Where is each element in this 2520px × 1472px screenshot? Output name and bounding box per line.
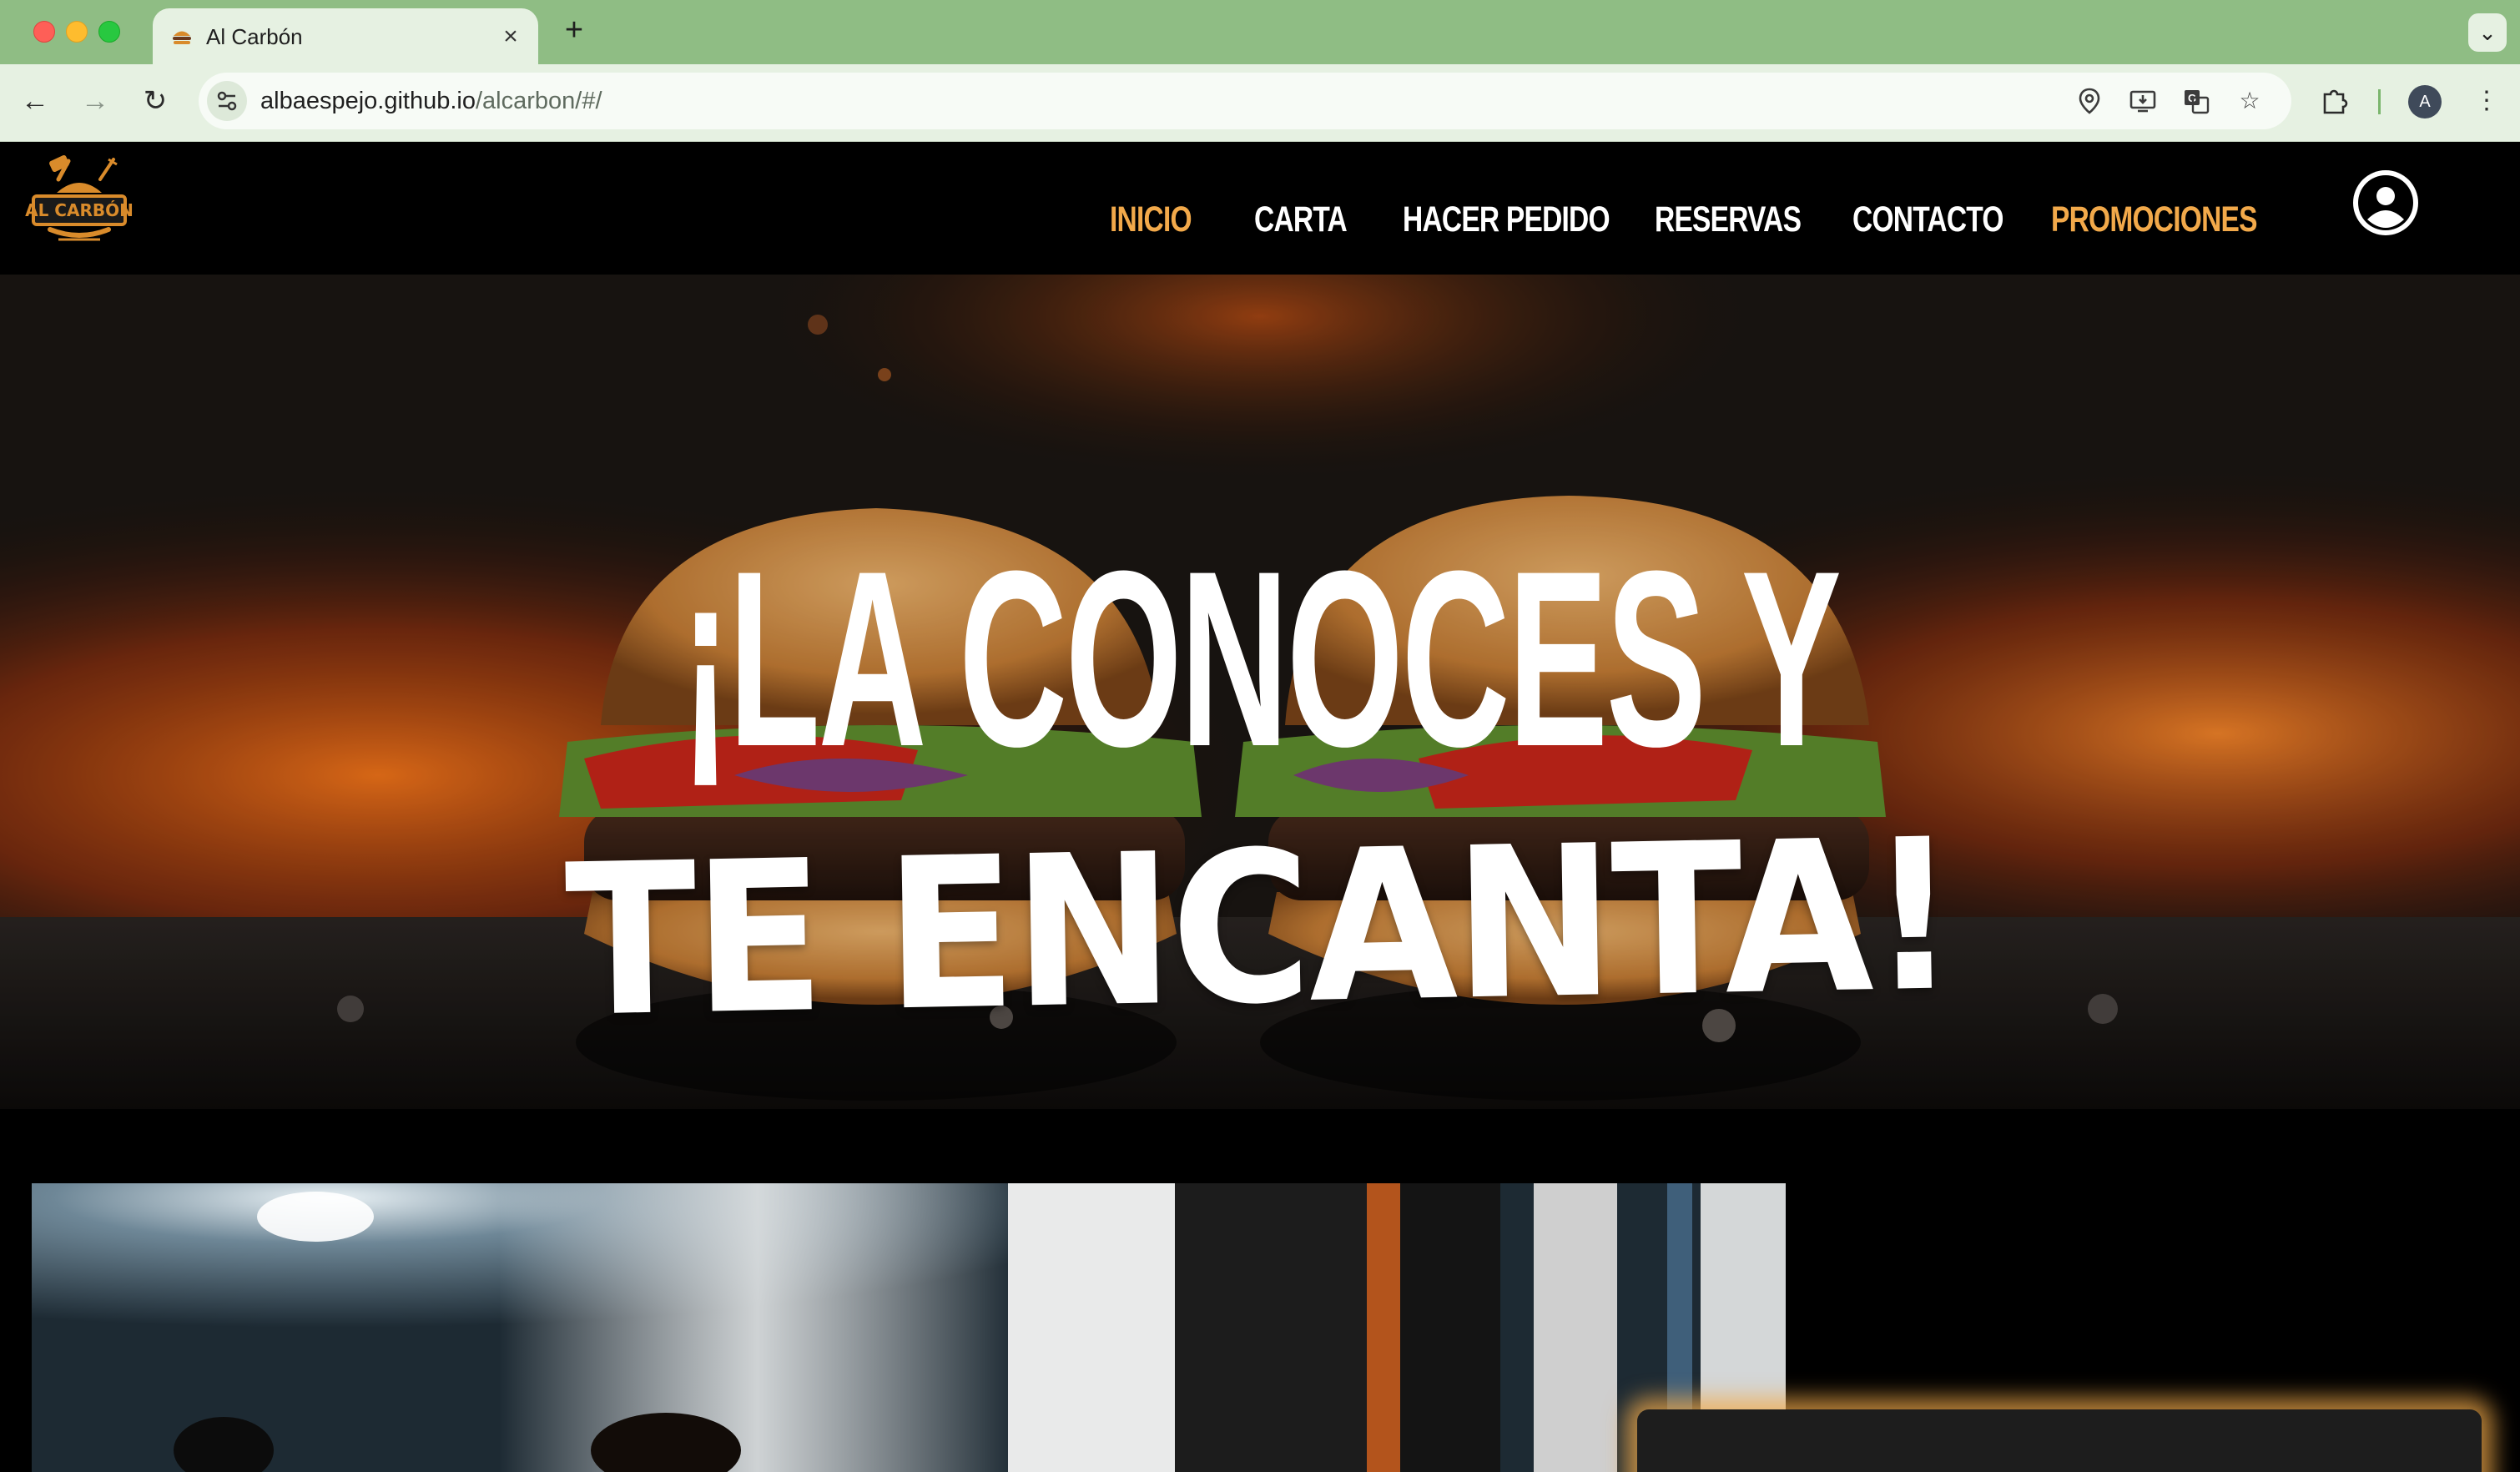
puzzle-icon[interactable] (2316, 83, 2353, 119)
nav-link-inicio[interactable]: INICIO (1110, 194, 1192, 244)
nav-link-carta[interactable]: CARTA (1254, 194, 1348, 244)
plus-icon[interactable]: + (557, 14, 591, 48)
install-app-icon[interactable] (2126, 84, 2160, 118)
tab-title: Al Carbón (206, 24, 303, 49)
hero-heading-line1: ¡LA CONOCES Y (680, 518, 1842, 799)
window-zoom-button[interactable] (98, 21, 120, 43)
window-minimize-button[interactable] (66, 21, 88, 43)
reload-icon[interactable]: ↻ (137, 83, 174, 119)
al-carbon-logo[interactable]: AL CARBÓN (25, 154, 134, 255)
arrow-right-icon[interactable]: → (77, 83, 113, 119)
kebab-menu-icon[interactable]: ⋮ (2468, 83, 2505, 119)
address-bar[interactable]: albaespejo.github.io/alcarbon/#/ G ☆ (199, 73, 2291, 129)
star-icon[interactable]: ☆ (2233, 84, 2266, 118)
hero-heading-line2: TE ENCANTA! (563, 794, 1957, 1063)
close-icon[interactable]: × (496, 23, 525, 51)
chevron-down-icon[interactable]: ⌄ (2468, 13, 2507, 52)
web-page: AL CARBÓN INICIO CARTA HACER PEDIDO RESE… (0, 143, 2520, 1472)
location-pin-icon[interactable] (2073, 84, 2106, 118)
burger-favicon-icon (173, 31, 191, 44)
logo-wordmark: AL CARBÓN (25, 200, 134, 220)
grill-smoke-photo (32, 1183, 1786, 1472)
user-circle-icon[interactable] (2351, 168, 2421, 238)
browser-tab-strip: Al Carbón × + ⌄ (0, 0, 2520, 64)
translate-icon[interactable]: G (2180, 84, 2213, 118)
nav-link-reservas[interactable]: RESERVAS (1655, 194, 1802, 244)
hero-banner: ¡LA CONOCES Y TE ENCANTA! (0, 275, 2520, 1109)
window-close-button[interactable] (33, 21, 55, 43)
nav-link-contacto[interactable]: CONTACTO (1852, 194, 2003, 244)
browser-tab-active[interactable]: Al Carbón × (153, 8, 538, 64)
nav-link-promociones[interactable]: PROMOCIONES (2051, 194, 2258, 244)
promo-card[interactable] (1637, 1409, 2482, 1472)
arrow-left-icon[interactable]: ← (17, 83, 53, 119)
profile-avatar[interactable]: A (2408, 85, 2442, 118)
browser-toolbar: ← → ↻ albaespejo.github.io/alcarbon/#/ G… (0, 64, 2520, 142)
site-header: AL CARBÓN INICIO CARTA HACER PEDIDO RESE… (0, 143, 2520, 275)
toolbar-divider (2378, 89, 2381, 114)
nav-link-hacer-pedido[interactable]: HACER PEDIDO (1403, 194, 1610, 244)
url-text: albaespejo.github.io/alcarbon/#/ (260, 88, 602, 114)
tune-icon[interactable] (207, 81, 247, 121)
